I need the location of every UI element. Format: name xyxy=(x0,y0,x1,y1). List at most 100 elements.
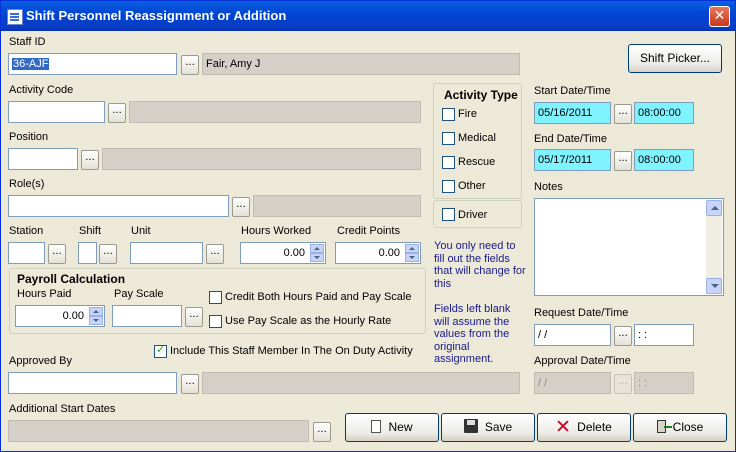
hours-worked-input[interactable]: 0.00 xyxy=(240,242,326,264)
notes-scrollbar[interactable] xyxy=(706,200,722,294)
unit-input[interactable] xyxy=(130,242,203,264)
rescue-label: Rescue xyxy=(458,156,496,168)
roles-input[interactable] xyxy=(8,195,229,217)
credit-points-label: Credit Points xyxy=(337,225,400,237)
spin-down-icon[interactable] xyxy=(89,316,103,325)
pay-scale-input[interactable] xyxy=(112,305,182,327)
hours-worked-spinner[interactable] xyxy=(310,244,324,262)
approval-date-picker-button: ... xyxy=(614,374,632,394)
staff-id-input[interactable]: 36-AJF xyxy=(8,53,177,75)
staff-id-lookup-button[interactable]: ... xyxy=(181,55,199,75)
approval-date-field: / / xyxy=(534,372,611,394)
close-button-label: Close xyxy=(672,420,704,434)
end-time-input[interactable]: 08:00:00 xyxy=(634,149,694,171)
approval-time-field: : : xyxy=(634,372,694,394)
medical-checkbox[interactable] xyxy=(442,132,455,145)
medical-label: Medical xyxy=(458,132,496,144)
station-lookup-button[interactable]: ... xyxy=(48,244,66,264)
spin-down-icon[interactable] xyxy=(405,253,419,262)
position-description xyxy=(102,148,421,170)
unit-lookup-button[interactable]: ... xyxy=(206,244,224,264)
fire-checkbox[interactable] xyxy=(442,108,455,121)
start-date-input[interactable]: 05/16/2011 xyxy=(534,102,611,124)
include-on-duty-checkbox[interactable] xyxy=(154,343,167,358)
spin-down-icon[interactable] xyxy=(310,253,324,262)
unit-label: Unit xyxy=(131,225,151,237)
floppy-disk-icon xyxy=(463,419,478,433)
spin-up-icon[interactable] xyxy=(405,244,419,253)
hours-worked-value: 0.00 xyxy=(283,247,305,259)
station-input[interactable] xyxy=(8,242,45,264)
end-datetime-label: End Date/Time xyxy=(534,133,607,145)
position-lookup-button[interactable]: ... xyxy=(81,150,99,170)
credit-points-input[interactable]: 0.00 xyxy=(335,242,421,264)
new-document-icon xyxy=(371,420,382,433)
start-time-input[interactable]: 08:00:00 xyxy=(634,102,694,124)
approved-by-input[interactable] xyxy=(8,372,177,394)
driver-checkbox[interactable] xyxy=(442,208,455,221)
hours-paid-input[interactable]: 0.00 xyxy=(15,305,105,327)
station-label: Station xyxy=(9,225,44,237)
additional-start-dates-button[interactable]: ... xyxy=(313,422,331,442)
additional-start-dates-label: Additional Start Dates xyxy=(9,403,116,415)
other-label: Other xyxy=(458,180,486,192)
position-label: Position xyxy=(9,131,49,143)
red-x-icon xyxy=(556,419,570,433)
close-window-button[interactable]: ✕ xyxy=(709,6,730,27)
pay-scale-lookup-button[interactable]: ... xyxy=(185,307,203,327)
request-date-input[interactable]: / / xyxy=(534,324,611,346)
scroll-up-icon[interactable] xyxy=(706,200,722,216)
end-date-picker-button[interactable]: ... xyxy=(614,151,632,171)
hours-paid-value: 0.00 xyxy=(62,310,84,322)
staff-name-field: Fair, Amy J xyxy=(202,53,520,75)
activity-type-title: Activity Type xyxy=(444,88,518,102)
approved-by-label: Approved By xyxy=(9,355,72,367)
additional-start-dates-field xyxy=(8,420,309,442)
roles-label: Role(s) xyxy=(9,178,45,190)
delete-button-label: Delete xyxy=(577,420,612,434)
start-datetime-label: Start Date/Time xyxy=(534,85,611,97)
notes-textarea[interactable] xyxy=(534,198,724,296)
hours-paid-spinner[interactable] xyxy=(89,307,103,325)
start-date-picker-button[interactable]: ... xyxy=(614,104,632,124)
approved-by-description xyxy=(202,372,520,394)
approval-datetime-label: Approval Date/Time xyxy=(534,355,631,367)
credit-both-checkbox[interactable] xyxy=(209,291,222,304)
exit-door-icon xyxy=(656,420,672,433)
credit-points-value: 0.00 xyxy=(378,247,400,259)
new-button[interactable]: New xyxy=(345,413,439,442)
payroll-title: Payroll Calculation xyxy=(17,272,126,286)
title-bar[interactable]: Shift Personnel Reassignment or Addition… xyxy=(1,1,735,31)
shift-picker-button[interactable]: Shift Picker... xyxy=(628,44,722,73)
save-button[interactable]: Save xyxy=(441,413,535,442)
use-pay-scale-checkbox[interactable] xyxy=(209,315,222,328)
shift-lookup-button[interactable]: ... xyxy=(99,244,117,264)
fire-label: Fire xyxy=(458,108,477,120)
close-button[interactable]: Close xyxy=(633,413,727,442)
app-icon xyxy=(7,9,23,25)
request-time-input[interactable]: : : xyxy=(634,324,694,346)
driver-label: Driver xyxy=(458,209,488,221)
roles-description xyxy=(253,195,421,217)
scroll-down-icon[interactable] xyxy=(706,278,722,294)
roles-lookup-button[interactable]: ... xyxy=(232,197,250,217)
shift-input[interactable] xyxy=(78,242,97,264)
credit-points-spinner[interactable] xyxy=(405,244,419,262)
request-datetime-label: Request Date/Time xyxy=(534,307,629,319)
delete-button[interactable]: Delete xyxy=(537,413,631,442)
info-note-fields-blank: Fields left blank will assume the values… xyxy=(434,303,511,365)
activity-code-lookup-button[interactable]: ... xyxy=(108,103,126,123)
save-button-label: Save xyxy=(484,420,513,434)
spin-up-icon[interactable] xyxy=(89,307,103,316)
activity-code-input[interactable] xyxy=(8,101,105,123)
spin-up-icon[interactable] xyxy=(310,244,324,253)
end-date-input[interactable]: 05/17/2011 xyxy=(534,149,611,171)
credit-both-label: Credit Both Hours Paid and Pay Scale xyxy=(225,291,412,303)
approved-by-lookup-button[interactable]: ... xyxy=(181,374,199,394)
request-date-picker-button[interactable]: ... xyxy=(614,326,632,346)
rescue-checkbox[interactable] xyxy=(442,156,455,169)
pay-scale-label: Pay Scale xyxy=(114,288,164,300)
other-checkbox[interactable] xyxy=(442,180,455,193)
new-button-label: New xyxy=(388,420,413,434)
position-input[interactable] xyxy=(8,148,78,170)
